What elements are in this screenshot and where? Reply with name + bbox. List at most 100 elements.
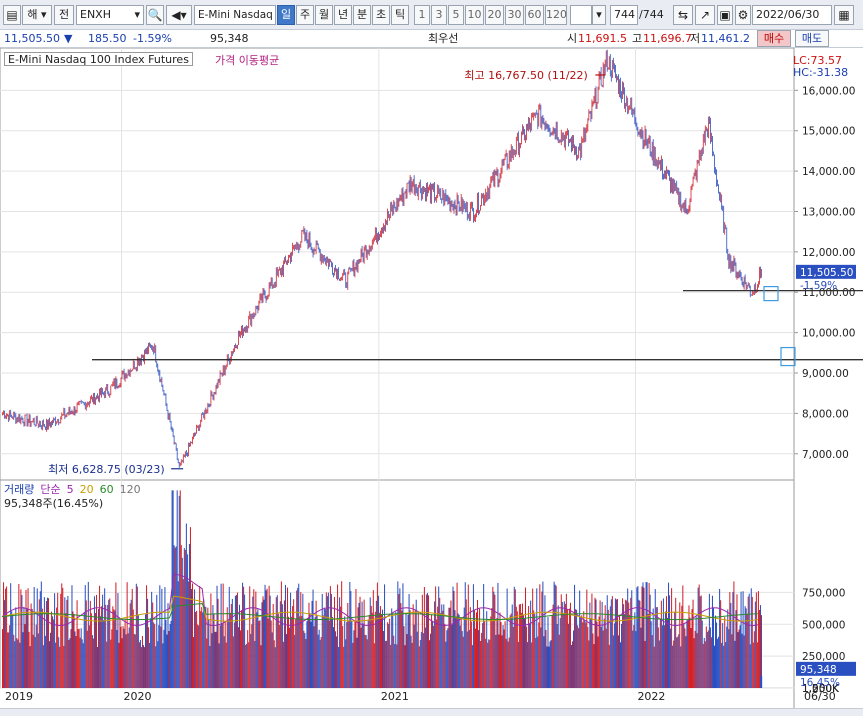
volume-bar [391,608,393,688]
volume-bar [213,613,215,688]
range-field[interactable] [570,5,592,25]
volume-bar [103,619,105,688]
volume-bar [244,594,246,688]
volume-bar [404,645,406,688]
volume-bar [380,614,382,688]
volume-bar [274,647,276,688]
volume-bar [709,627,711,688]
volume-bar [558,634,560,688]
symbol-code-input[interactable]: ENXH ▾ [76,5,144,25]
volume-bar [711,595,713,688]
volume-bar [87,581,89,688]
period-button-4[interactable]: 분 [353,5,371,25]
volume-bar [105,604,107,688]
volume-bar [287,587,289,688]
save-icon[interactable]: ▣ [717,5,733,25]
volume-bar [616,598,618,688]
volume-bar [29,646,31,688]
volume-bar [89,600,91,688]
chart-legend-title[interactable]: E-Mini Nasdaq 100 Index Futures [4,52,193,66]
toolbar: ▤ 해 ▾ 전 ENXH ▾ 🔍 ◀▾ E-Mini Nasdaq ▾ 744 /… [0,0,863,30]
interval-button-120[interactable]: 120 [545,5,567,25]
interval-button-20[interactable]: 20 [485,5,504,25]
period-button-3[interactable]: 년 [334,5,352,25]
volume-bar [260,645,262,688]
count-input[interactable]: 744 [610,5,638,25]
volume-bar [19,642,21,688]
range-dropdown[interactable]: ▾ [592,5,606,25]
volume-bar [469,607,471,688]
date-input[interactable]: 2022/06/30 [752,5,832,25]
volume-sub-label: 95,348주(16.45%) [4,497,104,510]
scope-button[interactable]: 전 [54,5,74,25]
open-value: 11,691.5 [578,32,627,45]
volume-bar [654,589,656,688]
volume-bar [170,620,172,688]
volume-bar [541,591,543,688]
volume-bar [434,601,436,688]
volume-bar [435,586,437,688]
moving-average-legend[interactable]: 가격 이동평균 [215,52,279,68]
market-select[interactable]: 해 ▾ [22,5,52,25]
volume-bar [639,600,641,688]
volume-bar [600,626,602,688]
volume-bar [453,590,455,688]
high-value: 11,696.7 [643,32,692,45]
price-tick-label: 15,000.00 [802,126,855,138]
volume-bar [16,638,18,688]
draw-icon[interactable]: ↗ [695,5,715,25]
volume-bar [588,640,590,688]
interval-button-5[interactable]: 5 [448,5,464,25]
sound-icon[interactable]: ◀▾ [166,5,192,25]
volume-bar [437,606,439,688]
volume-bar [592,633,594,688]
volume-bar [449,607,451,688]
volume-bar [275,597,277,688]
period-button-5[interactable]: 초 [372,5,390,25]
volume-bar [234,595,236,688]
sell-button[interactable]: 매도 [795,30,829,47]
volume-bar [621,623,623,688]
interval-button-30[interactable]: 30 [505,5,524,25]
volume-bar [354,621,356,688]
interval-button-10[interactable]: 10 [465,5,484,25]
volume-bar [79,637,81,688]
interval-button-60[interactable]: 60 [525,5,544,25]
price-volume-chart[interactable]: 16,000.00 15,000.00 14,000.00 13,000.00 12,0… [0,48,863,708]
volume-bar [419,639,421,688]
volume-bar [402,583,404,688]
period-button-1[interactable]: 주 [296,5,314,25]
volume-bar [344,616,346,688]
period-button-6[interactable]: 틱 [391,5,409,25]
volume-bar [622,598,624,688]
interval-button-1[interactable]: 1 [414,5,430,25]
volume-bar [557,605,559,688]
period-button-0[interactable]: 일 [277,5,295,25]
volume-bar [549,641,551,688]
bottom-scroll-strip[interactable] [0,708,863,716]
volume-bar [694,630,696,688]
calendar-icon[interactable]: ▦ [834,5,854,25]
chart-type-icon[interactable]: ▤ [3,5,21,25]
volume-bar [120,626,122,688]
interval-button-3[interactable]: 3 [431,5,447,25]
volume-bar [227,620,229,688]
volume-bar [125,634,127,688]
volume-bar [688,605,690,688]
volume-bar [410,635,412,688]
period-button-2[interactable]: 월 [315,5,333,25]
volume-bar [483,583,485,688]
volume-bar [146,585,148,688]
buy-button[interactable]: 매수 [757,30,791,47]
volume-bar [15,607,17,688]
volume-bar [34,637,36,688]
volume-bar [411,642,413,688]
volume-bar [43,597,45,688]
volume-bar [294,634,296,688]
volume-bar [371,612,373,688]
zoom-icon[interactable]: ⇆ [673,5,693,25]
volume-bar [560,594,562,688]
volume-bar [224,620,226,688]
gear-icon[interactable]: ⚙ [735,5,751,25]
search-icon[interactable]: 🔍 [146,5,164,25]
